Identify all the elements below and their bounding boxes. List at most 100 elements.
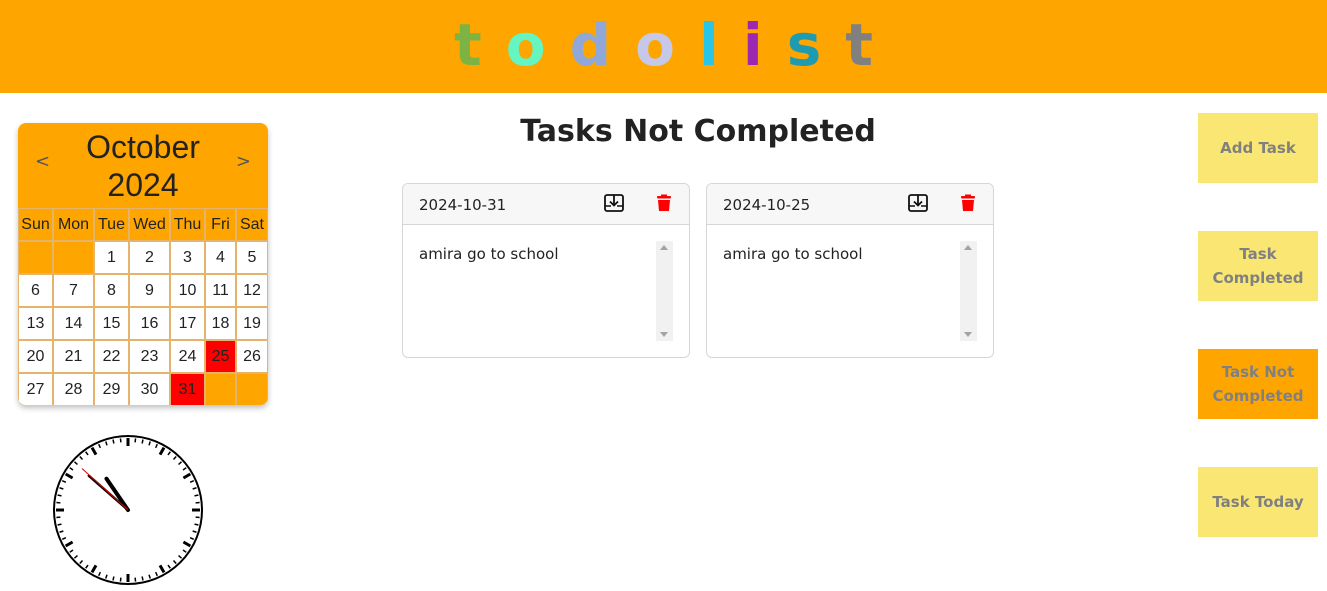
logo-letter: l (698, 10, 719, 79)
calendar-day[interactable]: 12 (236, 274, 268, 307)
clock-tick (57, 494, 62, 497)
calendar-day[interactable]: 21 (53, 340, 94, 373)
calendar-day[interactable]: 25 (205, 340, 236, 373)
scroll-up-arrow-icon[interactable] (964, 245, 972, 250)
task-not-completed-button[interactable]: Task Not Completed (1198, 349, 1318, 419)
calendar-week-row: 6 7 8 9 10 11 12 (18, 274, 268, 307)
calendar-day[interactable]: 24 (170, 340, 205, 373)
calendar-week-row: 13 14 15 16 17 18 19 (18, 307, 268, 340)
calendar-empty-cell (236, 373, 268, 405)
download-icon[interactable] (907, 193, 929, 215)
task-text[interactable]: amira go to school (419, 245, 649, 263)
calendar-empty-cell (205, 373, 236, 405)
logo-letter: t (845, 10, 874, 79)
calendar-day[interactable]: 7 (53, 274, 94, 307)
clock-tick (112, 439, 115, 444)
scroll-down-arrow-icon[interactable] (660, 332, 668, 337)
task-card-body[interactable]: amira go to school (707, 225, 993, 357)
calendar-grid: Sun Mon Tue Wed Thu Fri Sat 1 2 3 4 5 6 7 8 9 10 1… (18, 208, 268, 405)
calendar-day[interactable]: 3 (170, 241, 205, 274)
task-text[interactable]: amira go to school (723, 245, 953, 263)
logo-letter: o (505, 10, 546, 79)
trash-icon[interactable] (653, 193, 675, 215)
calendar-day[interactable]: 6 (18, 274, 53, 307)
weekday-header: Mon (53, 208, 94, 241)
calendar-week-row: 12345 (18, 241, 268, 274)
task-date: 2024-10-31 (419, 196, 507, 214)
calendar-title: October 2024 (86, 128, 200, 204)
logo-letter: d (569, 10, 612, 79)
calendar-prev-button[interactable]: < (35, 151, 50, 172)
clock-tick (141, 576, 144, 581)
calendar-day[interactable]: 4 (205, 241, 236, 274)
calendar-day[interactable]: 9 (129, 274, 170, 307)
calendar-week-row: 27 28 29 30 31 (18, 373, 268, 405)
task-card-header: 2024-10-31 (403, 184, 689, 225)
calendar-day[interactable]: 10 (170, 274, 205, 307)
calendar-day[interactable]: 13 (18, 307, 53, 340)
add-task-button[interactable]: Add Task (1198, 113, 1318, 183)
page-title: Tasks Not Completed (520, 114, 876, 149)
task-scrollbar[interactable] (656, 241, 673, 341)
calendar-day[interactable]: 17 (170, 307, 205, 340)
calendar-day[interactable]: 11 (205, 274, 236, 307)
calendar-day[interactable]: 1 (94, 241, 129, 274)
weekday-header: Wed (129, 208, 170, 241)
calendar-empty-cell (18, 241, 53, 274)
weekday-header: Fri (205, 208, 236, 241)
calendar-day[interactable]: 29 (94, 373, 129, 405)
weekday-header: Sat (236, 208, 268, 241)
clock-tick (57, 523, 62, 526)
task-today-button[interactable]: Task Today (1198, 467, 1318, 537)
calendar-day[interactable]: 14 (53, 307, 94, 340)
trash-icon[interactable] (957, 193, 979, 215)
calendar-day[interactable]: 26 (236, 340, 268, 373)
calendar-day[interactable]: 20 (18, 340, 53, 373)
calendar-day[interactable]: 8 (94, 274, 129, 307)
app-header: t o d o l i s t (0, 0, 1327, 93)
calendar-weekday-row: Sun Mon Tue Wed Thu Fri Sat (18, 208, 268, 241)
analog-clock (53, 435, 203, 585)
calendar-day[interactable]: 23 (129, 340, 170, 373)
calendar-header: < October 2024 > (18, 123, 268, 208)
logo-letter: s (786, 10, 822, 79)
task-date: 2024-10-25 (723, 196, 811, 214)
logo-letter: o (635, 10, 675, 79)
task-card: 2024-10-31 amira go to school (402, 183, 690, 358)
clock-tick (194, 523, 199, 526)
task-card-body[interactable]: amira go to school (403, 225, 689, 357)
task-completed-button[interactable]: Task Completed (1198, 231, 1318, 301)
calendar-day[interactable]: 15 (94, 307, 129, 340)
logo-letter: i (742, 10, 763, 79)
calendar-week-row: 20 21 22 23 24 25 26 (18, 340, 268, 373)
calendar-day[interactable]: 16 (129, 307, 170, 340)
task-card: 2024-10-25 amira go to school (706, 183, 994, 358)
task-card-header: 2024-10-25 (707, 184, 993, 225)
clock-tick (141, 439, 144, 444)
weekday-header: Tue (94, 208, 129, 241)
calendar-day[interactable]: 18 (205, 307, 236, 340)
calendar-month: October (86, 128, 200, 165)
calendar-day[interactable]: 30 (129, 373, 170, 405)
calendar-day[interactable]: 27 (18, 373, 53, 405)
calendar-day[interactable]: 22 (94, 340, 129, 373)
download-icon[interactable] (603, 193, 625, 215)
logo-letter: t (453, 10, 482, 79)
clock-tick (112, 576, 115, 581)
calendar-year: 2024 (107, 166, 179, 203)
calendar-widget: < October 2024 > Sun Mon Tue Wed Thu Fri… (18, 123, 268, 405)
scroll-up-arrow-icon[interactable] (660, 245, 668, 250)
scroll-down-arrow-icon[interactable] (964, 332, 972, 337)
clock-tick (194, 494, 199, 497)
task-scrollbar[interactable] (960, 241, 977, 341)
app-logo: t o d o l i s t (454, 16, 873, 74)
weekday-header: Thu (170, 208, 205, 241)
calendar-day[interactable]: 5 (236, 241, 268, 274)
calendar-day[interactable]: 2 (129, 241, 170, 274)
weekday-header: Sun (18, 208, 53, 241)
calendar-next-button[interactable]: > (236, 151, 251, 172)
calendar-empty-cell (53, 241, 94, 274)
calendar-day[interactable]: 28 (53, 373, 94, 405)
calendar-day[interactable]: 19 (236, 307, 268, 340)
calendar-day[interactable]: 31 (170, 373, 205, 405)
